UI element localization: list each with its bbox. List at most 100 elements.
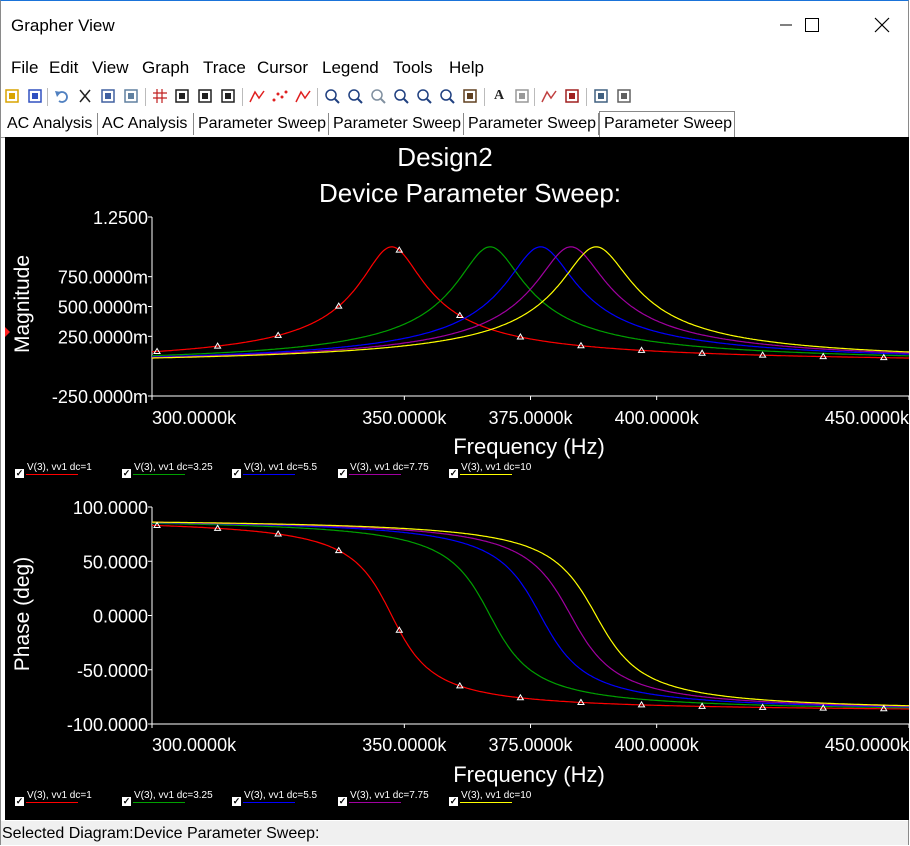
menu-trace[interactable]: Trace [203,58,246,78]
graph-area[interactable]: Design2 Device Parameter Sweep: 1.2500 75… [5,137,910,820]
pan-icon[interactable] [461,87,479,105]
trace-icon[interactable] [248,87,266,105]
legend-checkbox[interactable]: ✓ [232,469,241,478]
menu-view[interactable]: View [92,58,129,78]
menu-file[interactable]: File [11,58,38,78]
legend-checkbox[interactable]: ✓ [122,797,131,806]
y-tick-label: -100.0000 [67,715,148,735]
y-axis-label: Phase (deg) [11,557,34,671]
menu-edit[interactable]: Edit [49,58,78,78]
copy-icon[interactable] [99,87,117,105]
series-line[interactable] [151,246,909,359]
tab-ac-analysis-1[interactable]: AC Analysis [3,113,98,135]
series-line[interactable] [152,522,909,708]
graph-canvas[interactable]: Design2 Device Parameter Sweep: 1.2500 75… [5,137,910,820]
tab-strip: AC Analysis AC Analysis Parameter Sweep … [1,111,908,138]
legend-checkbox[interactable]: ✓ [15,469,24,478]
close-button[interactable] [859,1,905,49]
save-icon[interactable] [26,87,44,105]
menu-legend[interactable]: Legend [322,58,379,78]
export-icon[interactable] [563,87,581,105]
dots-icon[interactable] [271,87,289,105]
zoom-in-icon[interactable] [323,87,341,105]
legend-swatch [26,802,78,803]
y-tick-label: 50.0000 [83,552,148,572]
y-tick-label: -250.0000m [52,387,148,407]
magnitude-plot[interactable]: 1.2500 750.0000m 500.0000m 250.0000m -250.00… [11,208,910,459]
legend-swatch [133,802,185,803]
menu-help[interactable]: Help [449,58,484,78]
toolbar-separator [484,88,485,106]
window-title: Grapher View [11,16,115,35]
legend-checkbox[interactable]: ✓ [449,469,458,478]
reverse-icon[interactable] [219,87,237,105]
overlay-icon[interactable] [540,87,558,105]
legend-swatch [460,802,512,803]
x-tick-label: 375.0000k [488,408,573,428]
series-line[interactable] [152,246,909,359]
zoom-y-icon[interactable] [438,87,456,105]
maximize-button[interactable] [789,1,835,49]
toolbar-separator [145,88,146,106]
zoom-x-icon[interactable] [415,87,433,105]
properties-icon[interactable] [615,87,633,105]
legend-checkbox[interactable]: ✓ [449,797,458,806]
legend-swatch [26,474,78,475]
series-line[interactable] [151,524,909,710]
tab-parameter-sweep-3[interactable]: Parameter Sweep [464,113,599,135]
x-axis-label: Frequency (Hz) [453,762,605,787]
legend-checkbox[interactable]: ✓ [232,797,241,806]
toolbar-separator [242,88,243,106]
zoom-out-icon[interactable] [346,87,364,105]
series-line[interactable] [151,521,909,707]
y-tick-label: 100.0000 [73,498,148,518]
x-axis-label: Frequency (Hz) [453,434,605,459]
cut-icon[interactable] [76,87,94,105]
legend-checkbox[interactable]: ✓ [122,469,131,478]
open-icon[interactable] [3,87,21,105]
legend-label: V(3), vv1 dc=5.5 [244,462,318,473]
zoom-area-icon[interactable] [392,87,410,105]
legend-label: V(3), vv1 dc=3.25 [134,462,213,473]
legend-label: V(3), vv1 dc=3.25 [134,790,213,801]
toolbar-separator [586,88,587,106]
menu-cursor[interactable]: Cursor [257,58,308,78]
phase-plot[interactable]: 100.0000 50.0000 0.0000 -50.0000 -100.000030… [11,498,910,787]
legend-swatch [349,802,401,803]
series-line[interactable] [152,246,910,358]
tab-parameter-sweep-2[interactable]: Parameter Sweep [329,113,464,135]
legend-label: V(3), vv1 dc=10 [461,462,532,473]
grid-icon[interactable] [151,87,169,105]
legend-checkbox[interactable]: ✓ [15,797,24,806]
series-line[interactable] [152,521,909,707]
zoom-full-icon[interactable] [369,87,387,105]
status-text: Selected Diagram:Device Parameter Sweep: [2,825,320,842]
undo-icon[interactable] [53,87,71,105]
x-tick-label: 300.0000k [152,408,237,428]
tab-parameter-sweep-4[interactable]: Parameter Sweep [599,111,735,137]
legend-checkbox[interactable]: ✓ [338,469,347,478]
legend-swatch [243,802,295,803]
series-line[interactable] [152,522,910,709]
paste-icon[interactable] [122,87,140,105]
menu-graph[interactable]: Graph [142,58,189,78]
cursor-marker-icon[interactable] [5,327,10,337]
toggle-icon[interactable] [173,87,191,105]
tab-ac-analysis-2[interactable]: AC Analysis [98,113,194,135]
graph-subtitle: Device Parameter Sweep: [319,178,621,208]
legend-swatch [133,474,185,475]
y-tick-label: 500.0000m [58,298,148,318]
print-icon[interactable] [592,87,610,105]
x-tick-label: 350.0000k [362,408,447,428]
cursor-icon[interactable] [294,87,312,105]
graph-title: Design2 [397,142,492,172]
font-icon[interactable]: A [490,87,508,105]
legend-checkbox[interactable]: ✓ [338,797,347,806]
menu-tools[interactable]: Tools [393,58,433,78]
x-tick-label: 375.0000k [488,735,573,755]
series-line[interactable] [151,246,910,359]
chart-icon[interactable] [196,87,214,105]
legend-icon[interactable] [513,87,531,105]
tab-parameter-sweep-1[interactable]: Parameter Sweep [194,113,329,135]
y-axis-label: Magnitude [11,255,34,353]
